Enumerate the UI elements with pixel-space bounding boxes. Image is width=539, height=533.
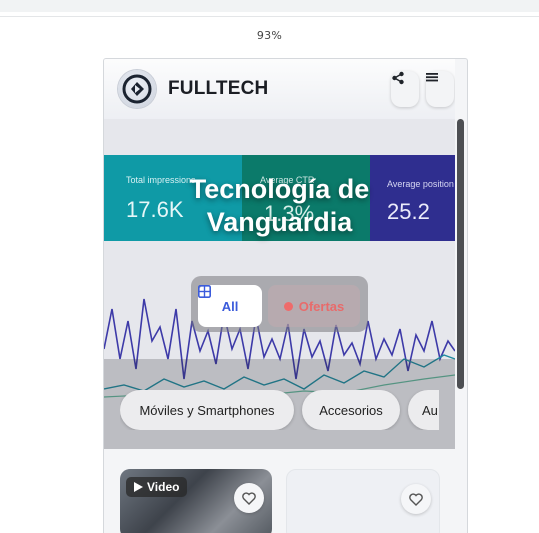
zoom-level: 93% bbox=[256, 29, 283, 42]
filter-all-label: All bbox=[221, 298, 239, 314]
product-card[interactable] bbox=[286, 469, 440, 533]
toolbar-divider bbox=[0, 16, 539, 17]
scrollbar[interactable] bbox=[457, 119, 464, 389]
filter-ofertas-label: Ofertas bbox=[298, 298, 345, 314]
product-card[interactable]: Video bbox=[120, 469, 272, 533]
site-header: FULLTECH bbox=[104, 59, 455, 119]
heart-icon bbox=[409, 492, 423, 506]
category-chip-partial[interactable]: Au bbox=[408, 390, 439, 430]
category-chip-moviles[interactable]: Móviles y Smartphones bbox=[120, 390, 294, 430]
share-button[interactable] bbox=[391, 71, 419, 107]
category-chips: Móviles y Smartphones Accesorios Au bbox=[120, 390, 439, 430]
hero-title: Tecnología de Vanguardia bbox=[104, 173, 455, 239]
grid-icon bbox=[198, 285, 211, 298]
play-icon bbox=[134, 482, 143, 492]
browser-toolbar bbox=[0, 0, 539, 12]
logo-icon bbox=[122, 74, 152, 104]
offer-icon bbox=[283, 301, 293, 311]
hero-title-line-2: Vanguardia bbox=[206, 207, 353, 237]
favorite-button[interactable] bbox=[401, 484, 431, 514]
brand-logo[interactable] bbox=[118, 70, 156, 108]
menu-icon bbox=[426, 73, 438, 82]
video-badge-label: Video bbox=[147, 480, 180, 494]
category-chip-accesorios[interactable]: Accesorios bbox=[302, 390, 400, 430]
share-icon bbox=[392, 71, 404, 85]
video-badge: Video bbox=[126, 477, 188, 497]
heart-icon bbox=[242, 491, 256, 505]
mobile-viewport: Total impressions 17.6K Average CTR 1.3%… bbox=[103, 58, 468, 533]
favorite-button[interactable] bbox=[234, 483, 264, 513]
brand-name[interactable]: FULLTECH bbox=[168, 78, 268, 100]
hero-title-line-1: Tecnología de bbox=[189, 174, 370, 204]
filter-ofertas-button[interactable]: Ofertas bbox=[268, 285, 360, 327]
filter-all-button[interactable]: All bbox=[198, 285, 262, 327]
hero-banner: Total impressions 17.6K Average CTR 1.3%… bbox=[104, 59, 455, 449]
menu-button[interactable] bbox=[426, 71, 454, 107]
